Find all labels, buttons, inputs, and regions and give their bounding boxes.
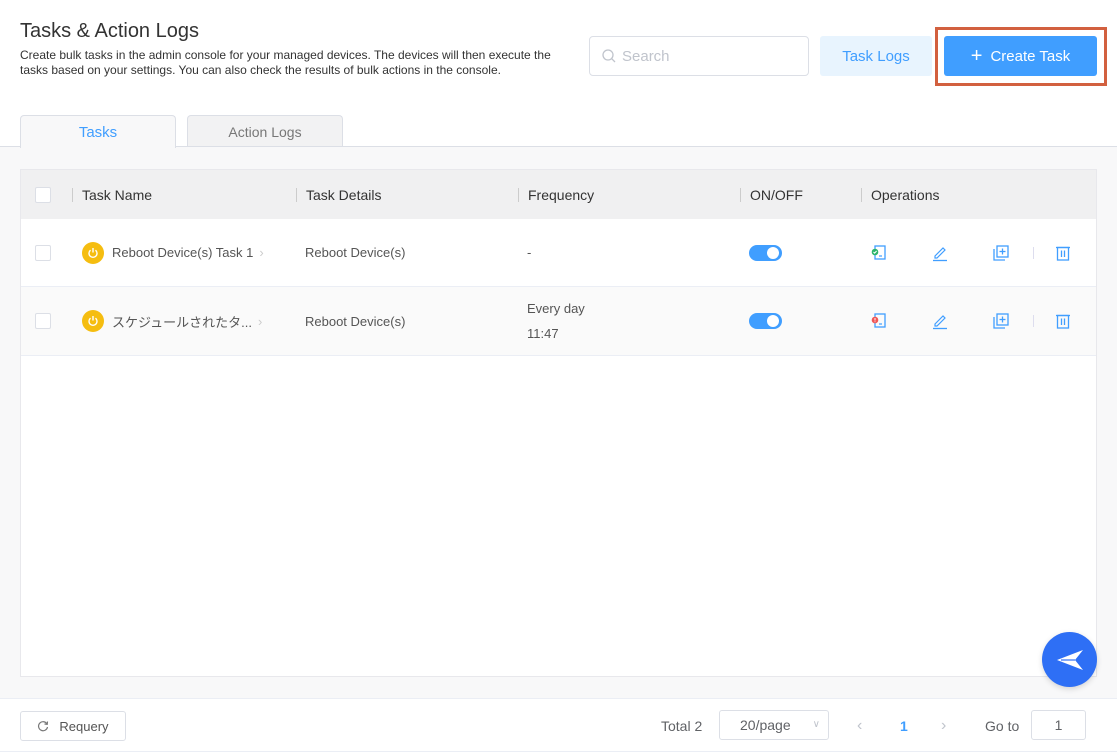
create-task-label: Create Task <box>990 47 1071 65</box>
task-name: Reboot Device(s) Task 1 <box>112 245 254 260</box>
page-title: Tasks & Action Logs <box>20 20 199 42</box>
on-off-toggle[interactable] <box>749 313 782 329</box>
view-results-icon[interactable] <box>870 244 888 262</box>
refresh-icon <box>38 721 49 732</box>
row-checkbox[interactable] <box>35 244 51 261</box>
send-feedback-button[interactable] <box>1042 632 1097 687</box>
chevron-right-icon: › <box>257 313 263 329</box>
plus-icon: + <box>970 45 983 67</box>
requery-button[interactable]: Requery <box>20 711 126 741</box>
column-operations: Operations <box>871 186 940 203</box>
chevron-down-icon: ∨ <box>812 719 820 730</box>
table-header: Task Name Task Details Frequency ON/OFF … <box>21 170 1096 219</box>
page-description: Create bulk tasks in the admin console f… <box>20 48 551 77</box>
task-details: Reboot Device(s) <box>305 245 406 260</box>
table-row: スケジュールされたタ... › Reboot Device(s) Every d… <box>21 287 1096 356</box>
select-all-checkbox[interactable] <box>35 186 51 203</box>
column-on-off: ON/OFF <box>750 186 803 203</box>
task-name-link[interactable]: スケジュールされたタ... › <box>82 287 262 355</box>
page-number-current[interactable]: 1 <box>900 699 908 753</box>
operations-divider <box>1033 246 1034 259</box>
column-task-name[interactable]: Task Name <box>82 187 152 203</box>
edit-icon[interactable] <box>931 244 949 262</box>
row-checkbox[interactable] <box>35 313 51 329</box>
search-box[interactable] <box>589 36 809 76</box>
duplicate-icon[interactable] <box>992 312 1010 330</box>
goto-label: Go to <box>985 718 1020 734</box>
task-frequency: Every day 11:47 <box>527 287 585 355</box>
tasks-page: Tasks & Action Logs Create bulk tasks in… <box>0 0 1117 754</box>
task-details: Reboot Device(s) <box>305 313 406 329</box>
edit-icon[interactable] <box>931 312 949 330</box>
delete-icon[interactable] <box>1054 312 1072 330</box>
search-input[interactable] <box>622 47 802 65</box>
pagination-footer: Requery Total 2 20/page ∨ ‹ 1 › Go to <box>0 698 1117 752</box>
prev-page-button[interactable]: ‹ <box>857 699 862 753</box>
task-name: スケジュールされたタ... <box>112 314 252 330</box>
frequency-time: 11:47 <box>527 326 559 341</box>
on-off-toggle[interactable] <box>749 244 782 261</box>
tasks-table: Task Name Task Details Frequency ON/OFF … <box>20 169 1097 677</box>
paper-plane-icon <box>1056 649 1083 670</box>
frequency-text: Every day <box>527 301 585 316</box>
table-row: Reboot Device(s) Task 1 › Reboot Device(… <box>21 219 1096 287</box>
tab-content: Task Name Task Details Frequency ON/OFF … <box>0 147 1117 698</box>
task-frequency: - <box>527 219 531 286</box>
column-task-details: Task Details <box>306 186 382 203</box>
page-size-value: 20/page <box>740 717 791 733</box>
delete-icon[interactable] <box>1054 244 1072 262</box>
tab-action-logs[interactable]: Action Logs <box>187 115 343 147</box>
duplicate-icon[interactable] <box>992 244 1010 262</box>
chevron-right-icon: › <box>259 245 264 260</box>
next-page-button[interactable]: › <box>941 699 946 753</box>
total-count: Total 2 <box>661 718 703 734</box>
view-results-icon[interactable] <box>870 312 888 330</box>
power-icon <box>82 310 104 332</box>
task-logs-button[interactable]: Task Logs <box>820 36 932 76</box>
tab-tasks[interactable]: Tasks <box>20 115 176 148</box>
operations-divider <box>1033 315 1034 327</box>
search-icon <box>602 49 616 63</box>
power-icon <box>82 241 104 264</box>
create-task-button[interactable]: + Create Task <box>944 36 1097 76</box>
page-size-select[interactable]: 20/page ∨ <box>719 710 829 740</box>
frequency-text: - <box>527 245 532 260</box>
column-frequency: Frequency <box>528 186 595 203</box>
requery-label: Requery <box>59 718 109 734</box>
task-name-link[interactable]: Reboot Device(s) Task 1 › <box>82 219 264 286</box>
goto-page-input[interactable] <box>1031 710 1086 740</box>
